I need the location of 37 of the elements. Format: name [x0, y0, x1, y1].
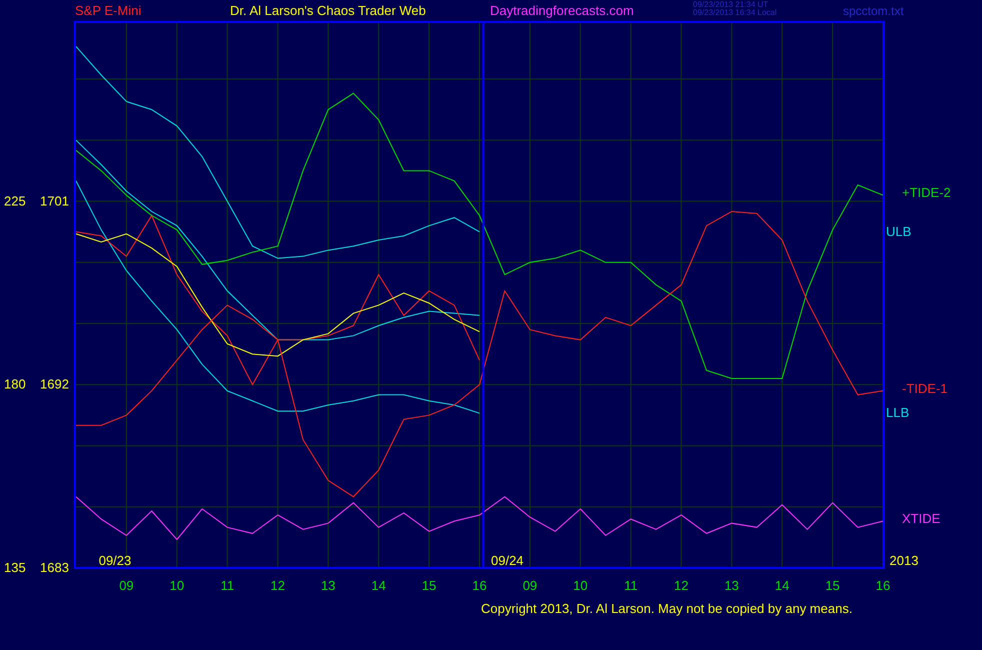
symbol-title: S&P E-Mini [75, 3, 142, 18]
axis-tick-label: 11 [220, 578, 234, 593]
axis-tick-label: 15 [422, 578, 436, 593]
axis-tick-label: 225 [4, 193, 26, 208]
series-label: XTIDE [902, 511, 940, 526]
axis-tick-label: 11 [624, 578, 638, 593]
axis-tick-label: 09 [522, 578, 538, 593]
axis-tick-label: 13 [724, 578, 739, 593]
axis-tick-label: 1683 [40, 560, 69, 575]
axis-tick-label: 1692 [40, 376, 69, 392]
date-label: 09/24 [491, 553, 524, 568]
axis-tick-label: 180 [4, 376, 26, 392]
axis-tick-label: 16 [876, 578, 890, 593]
series-label: -TIDE-1 [902, 380, 948, 396]
axis-tick-label: 16 [472, 578, 487, 593]
axis-tick-label: 1701 [40, 193, 69, 208]
timestamp: 09/23/2013 16:34 Local [693, 9, 778, 17]
axis-tick-label: 10 [573, 578, 588, 593]
copyright-notice: Copyright 2013, Dr. Al Larson. May not be copied by any means. [481, 601, 852, 616]
axis-tick-label: 09 [119, 578, 134, 593]
file-name: spcctom.txt [843, 4, 904, 18]
series-label: LLB [886, 405, 910, 420]
site-link[interactable]: Daytradingforecasts.com [490, 3, 693, 18]
axis-tick-label: 15 [825, 578, 840, 593]
series-label: +TIDE-2 [902, 185, 951, 200]
axis-tick-label: 135 [4, 560, 26, 575]
axis-tick-label: 12 [674, 578, 688, 593]
axis-tick-label: 10 [170, 578, 184, 593]
timestamp: 09/23/2013 21:34 UT [693, 1, 770, 9]
series-label: ULB [886, 224, 912, 239]
date-label: 2013 [890, 553, 918, 568]
page-title: Dr. Al Larson's Chaos Trader Web [230, 3, 427, 18]
axis-tick-label: 12 [270, 578, 285, 593]
axis-tick-label: 14 [774, 578, 790, 593]
axis-tick-label: 13 [320, 578, 336, 593]
date-label: 09/23 [98, 553, 132, 568]
axis-tick-label: 14 [371, 578, 386, 593]
